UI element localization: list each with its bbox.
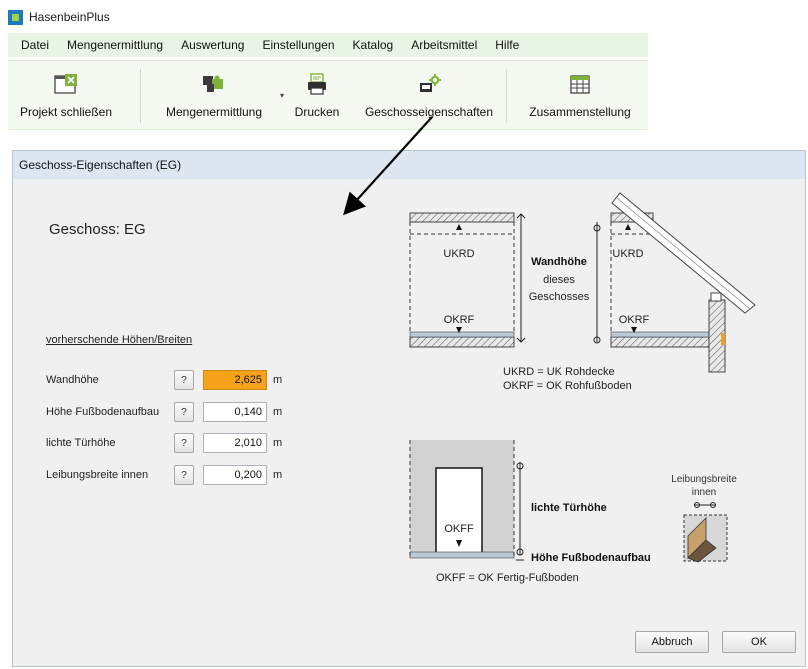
okrf-label: OKRF: [444, 314, 475, 326]
door-height-dimension: [516, 462, 524, 561]
floor-section-diagrams: UKRD OKRF Wandhöhe dieses Geschosses UKR…: [343, 116, 756, 584]
legend-ukrd: UKRD = UK Rohdecke: [503, 366, 615, 378]
wall-height-text-line2: dieses: [543, 274, 575, 286]
okff-label: OKFF: [444, 523, 474, 535]
legend-okff: OKFF = OK Fertig-Fußboden: [436, 572, 579, 584]
wall-height-text-line1: Wandhöhe: [531, 256, 587, 268]
pointer-arrow: [343, 116, 433, 216]
legend-okrf: OKRF = OK Rohfußboden: [503, 380, 632, 392]
ukrd-label: UKRD: [443, 248, 474, 260]
ukrd-label-roof: UKRD: [612, 248, 643, 260]
reveal-width-text-line2: innen: [692, 487, 716, 498]
floor-build-height-text: Höhe Fußbodenaufbau: [531, 552, 651, 564]
okrf-label-roof: OKRF: [619, 314, 650, 326]
door-height-text: lichte Türhöhe: [531, 502, 607, 514]
reveal-width-text-line1: Leibungsbreite: [671, 474, 737, 485]
diagram-door: [409, 440, 515, 559]
diagram-sloped-roof: [610, 192, 756, 373]
diagram-reveal-width: [683, 502, 728, 563]
diagram-flat-ceiling: [409, 212, 515, 348]
wall-height-text-line3: Geschosses: [529, 291, 590, 303]
